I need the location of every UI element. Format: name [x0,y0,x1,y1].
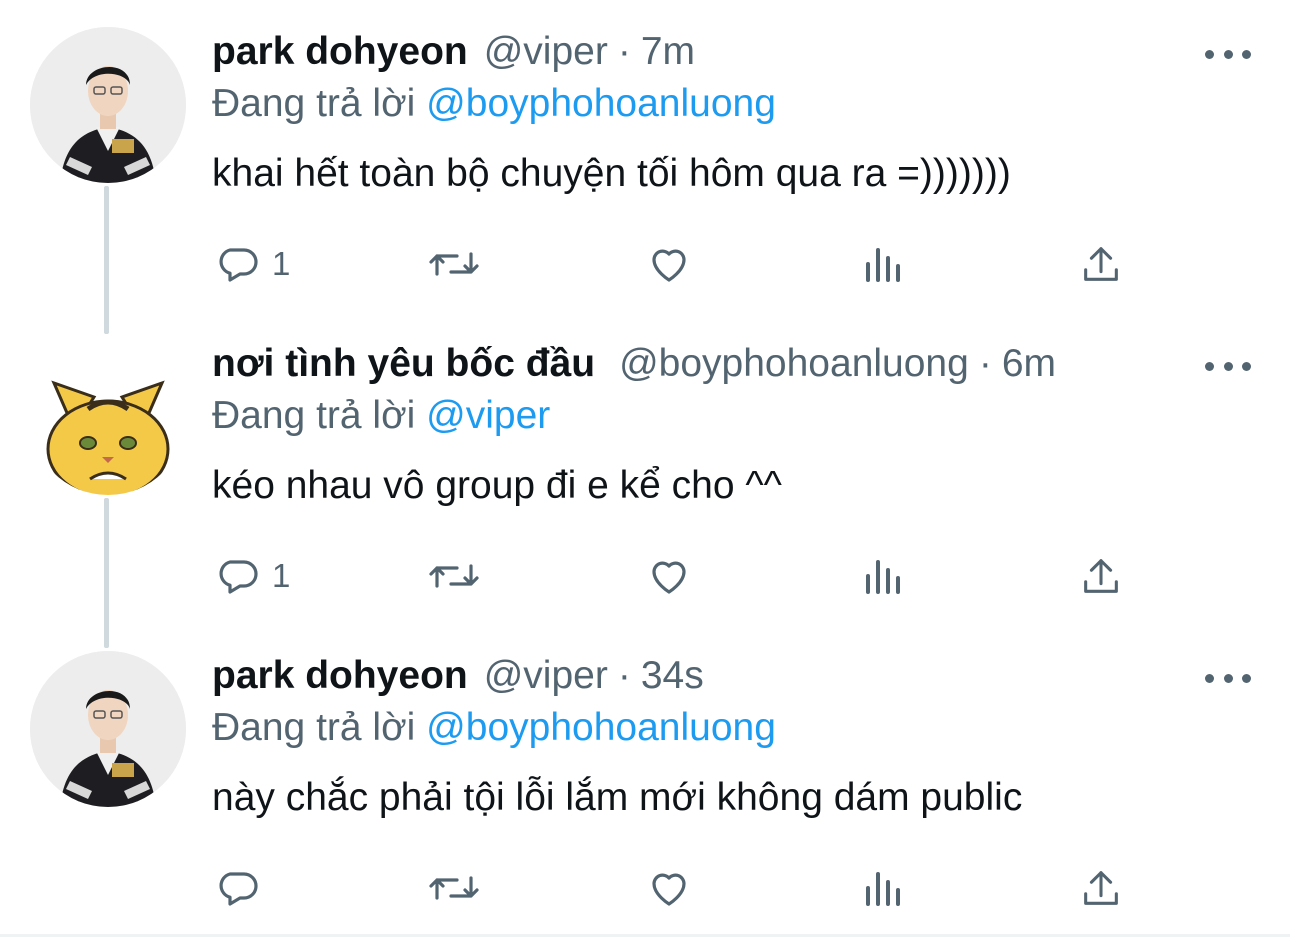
reply-count: 1 [272,557,291,594]
more-options-button[interactable] [1205,352,1251,380]
analytics-button[interactable] [862,858,906,918]
reply-thread: park dohyeon @viper · 7m Đang trả lời @b… [0,0,1290,940]
reply-icon [219,560,258,594]
share-button[interactable] [1078,858,1124,918]
player-photo-icon [30,27,186,183]
user-handle[interactable]: @viper [484,30,608,74]
timestamp[interactable]: 6m [1002,342,1056,386]
more-options-button[interactable] [1205,664,1251,692]
tweet-text: kéo nhau vô group đi e kể cho ^^ [212,464,782,507]
replying-prefix: Đang trả lời [212,706,416,749]
reply-icon [219,248,258,282]
share-icon [1084,559,1118,593]
replying-to: Đang trả lời @boyphohoanluong [212,82,776,126]
tweet[interactable]: park dohyeon @viper · 34s Đang trả lời @… [0,624,1290,936]
analytics-icon [866,872,900,906]
separator: · [617,30,631,73]
separator: · [617,654,631,697]
tweet-header: park dohyeon @viper · 34s [212,654,704,704]
like-button[interactable] [644,546,694,606]
retweet-button[interactable] [427,858,481,918]
share-icon [1084,871,1118,905]
reply-icon [219,872,258,906]
timestamp[interactable]: 34s [641,654,704,698]
avatar[interactable] [30,27,186,183]
avatar[interactable] [30,339,186,495]
analytics-icon [866,248,900,282]
tweet[interactable]: park dohyeon @viper · 7m Đang trả lời @b… [0,0,1290,312]
replying-prefix: Đang trả lời [212,394,416,437]
display-name[interactable]: park dohyeon [212,654,468,698]
reply-button[interactable]: 1 [214,234,290,294]
action-bar [0,858,1290,918]
retweet-button[interactable] [427,546,481,606]
mention-link[interactable]: @viper [426,394,550,437]
like-button[interactable] [644,858,694,918]
analytics-button[interactable] [862,234,906,294]
more-options-button[interactable] [1205,40,1251,68]
separator: · [978,342,992,385]
tweet[interactable]: nơi tình yêu bốc đầu @boyphohoanluong · … [0,312,1290,624]
replying-to: Đang trả lời @viper [212,394,550,438]
share-icon [1084,247,1118,281]
action-bar: 1 [0,546,1290,606]
tiger-cat-mascot-icon [30,339,186,495]
retweet-icon [429,564,479,588]
avatar[interactable] [30,651,186,807]
display-name[interactable]: park dohyeon [212,30,468,74]
analytics-button[interactable] [862,546,906,606]
replying-to: Đang trả lời @boyphohoanluong [212,706,776,750]
timestamp[interactable]: 7m [641,30,695,74]
tweet-header: park dohyeon @viper · 7m [212,30,695,80]
share-button[interactable] [1078,546,1124,606]
display-name[interactable]: nơi tình yêu bốc đầu [212,342,595,386]
share-button[interactable] [1078,234,1124,294]
user-handle[interactable]: @boyphohoanluong [619,342,969,386]
tweet-text: khai hết toàn bộ chuyện tối hôm qua ra =… [212,152,1011,195]
like-icon [652,561,686,594]
like-button[interactable] [644,234,694,294]
reply-button[interactable] [214,858,272,918]
action-bar: 1 [0,234,1290,294]
like-icon [652,249,686,282]
replying-prefix: Đang trả lời [212,82,416,125]
retweet-icon [429,252,479,276]
more-icon [1205,673,1214,683]
reply-button[interactable]: 1 [214,546,290,606]
tweet-header: nơi tình yêu bốc đầu @boyphohoanluong · … [212,342,1056,392]
tweet-text: này chắc phải tội lỗi lắm mới không dám … [212,776,1023,819]
divider [0,934,1290,937]
like-icon [652,873,686,906]
more-icon [1205,361,1214,371]
user-handle[interactable]: @viper [484,654,608,698]
retweet-button[interactable] [427,234,481,294]
player-photo-icon [30,651,186,807]
analytics-icon [866,560,900,594]
more-icon [1205,49,1214,59]
mention-link[interactable]: @boyphohoanluong [426,706,776,749]
mention-link[interactable]: @boyphohoanluong [426,82,776,125]
retweet-icon [429,876,479,900]
reply-count: 1 [272,245,291,282]
